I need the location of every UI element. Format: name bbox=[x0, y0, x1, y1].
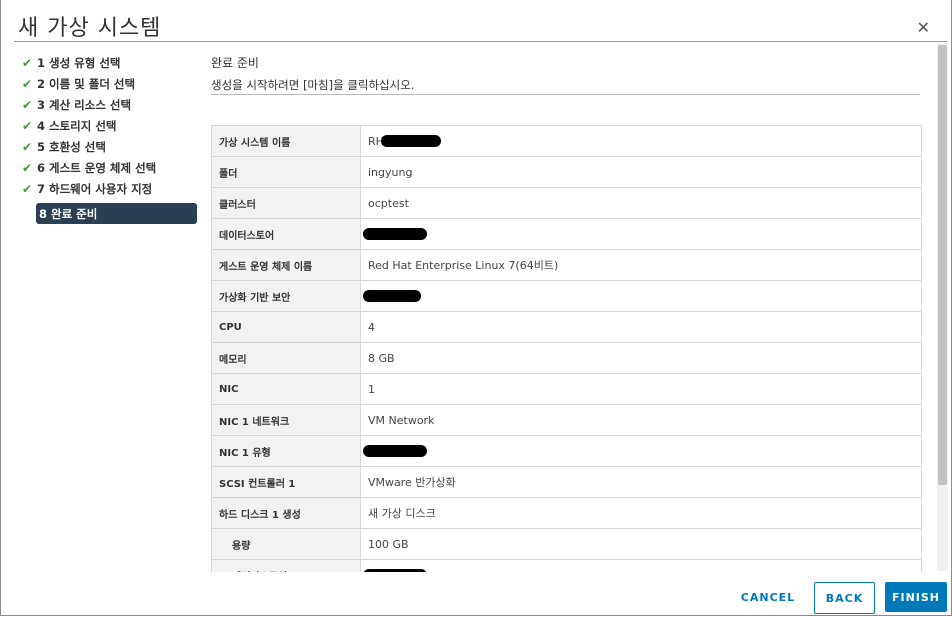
scrollbar[interactable] bbox=[937, 43, 948, 571]
step-7[interactable]: ✔ 7 하드웨어 사용자 지정 bbox=[22, 178, 197, 199]
row-key: CPU bbox=[212, 312, 361, 342]
step-label: 7 하드웨어 사용자 지정 bbox=[37, 181, 153, 196]
step-label: 4 스토리지 선택 bbox=[37, 118, 117, 133]
row-key: SCSI 컨트롤러 1 bbox=[212, 467, 361, 497]
row-value: 4 bbox=[368, 320, 375, 334]
table-row: NIC 1 네트워크 VM Network bbox=[212, 405, 921, 436]
row-key: 게스트 운영 체제 이름 bbox=[212, 250, 361, 280]
dialog-title: 새 가상 시스템 bbox=[18, 16, 162, 41]
table-row: 클러스터 ocptest bbox=[212, 188, 921, 219]
step-label: 6 게스트 운영 체제 선택 bbox=[37, 160, 157, 175]
close-icon[interactable]: ✕ bbox=[917, 18, 930, 37]
row-key: 가상 시스템 이름 bbox=[212, 126, 361, 156]
section-subtitle: 생성을 시작하려면 [마침]을 클릭하십시오. bbox=[211, 78, 415, 92]
step-2[interactable]: ✔ 2 이름 및 폴더 선택 bbox=[22, 73, 197, 94]
row-value bbox=[361, 436, 921, 466]
back-button[interactable]: BACK bbox=[814, 582, 875, 614]
check-icon: ✔ bbox=[22, 76, 33, 91]
row-key: 데이터스토어 bbox=[212, 219, 361, 249]
section-title: 완료 준비 bbox=[211, 56, 259, 70]
step-4[interactable]: ✔ 4 스토리지 선택 bbox=[22, 115, 197, 136]
step-1[interactable]: ✔ 1 생성 유형 선택 bbox=[22, 52, 197, 73]
row-value: 8 GB bbox=[368, 351, 395, 365]
row-key: 가상화 기반 보안 bbox=[212, 281, 361, 311]
check-icon: ✔ bbox=[22, 181, 33, 196]
step-3[interactable]: ✔ 3 계산 리소스 선택 bbox=[22, 94, 197, 115]
check-icon: ✔ bbox=[22, 118, 33, 133]
row-value: ingyung bbox=[368, 165, 413, 179]
row-value bbox=[361, 560, 921, 572]
redaction-mark bbox=[363, 290, 421, 302]
row-key: 데이터스토어 bbox=[212, 560, 361, 572]
table-row: 데이터스토어 bbox=[212, 560, 921, 572]
table-row: 메모리 8 GB bbox=[212, 343, 921, 374]
table-row: NIC 1 bbox=[212, 374, 921, 405]
summary-table: 가상 시스템 이름 RH 폴더 ingyung 클러스터 ocptest 데이터… bbox=[211, 125, 922, 572]
row-value: RH bbox=[361, 126, 921, 156]
check-icon: ✔ bbox=[22, 160, 33, 175]
scrollbar-thumb[interactable] bbox=[938, 45, 947, 485]
check-icon: ✔ bbox=[22, 55, 33, 70]
table-row: NIC 1 유형 bbox=[212, 436, 921, 467]
row-key: 폴더 bbox=[212, 157, 361, 187]
step-6[interactable]: ✔ 6 게스트 운영 체제 선택 bbox=[22, 157, 197, 178]
step-label: 5 호환성 선택 bbox=[37, 139, 106, 154]
cancel-button[interactable]: CANCEL bbox=[735, 582, 801, 612]
row-key: 하드 디스크 1 생성 bbox=[212, 498, 361, 528]
row-value: ocptest bbox=[368, 196, 409, 210]
table-row: 데이터스토어 bbox=[212, 219, 921, 250]
content-header: 완료 준비 생성을 시작하려면 [마침]을 클릭하십시오. bbox=[211, 54, 920, 93]
step-5[interactable]: ✔ 5 호환성 선택 bbox=[22, 136, 197, 157]
row-value: 새 가상 디스크 bbox=[368, 507, 436, 520]
redaction-mark bbox=[380, 135, 441, 147]
step-label: 8 완료 준비 bbox=[39, 206, 98, 221]
redaction-mark bbox=[363, 228, 427, 240]
table-row: 가상화 기반 보안 bbox=[212, 281, 921, 312]
row-key: NIC 1 네트워크 bbox=[212, 405, 361, 435]
row-value bbox=[361, 219, 921, 249]
redaction-mark bbox=[363, 569, 427, 572]
title-divider bbox=[14, 41, 947, 42]
row-key: 클러스터 bbox=[212, 188, 361, 218]
step-label: 3 계산 리소스 선택 bbox=[37, 97, 132, 112]
table-row: 가상 시스템 이름 RH bbox=[212, 126, 921, 157]
step-label: 1 생성 유형 선택 bbox=[37, 55, 121, 70]
row-key: NIC bbox=[212, 374, 361, 404]
row-key: 메모리 bbox=[212, 343, 361, 373]
row-value: 1 bbox=[368, 382, 375, 396]
row-value: Red Hat Enterprise Linux 7(64비트) bbox=[368, 259, 559, 272]
row-key: NIC 1 유형 bbox=[212, 436, 361, 466]
wizard-steps: ✔ 1 생성 유형 선택 ✔ 2 이름 및 폴더 선택 ✔ 3 계산 리소스 선택 ✔… bbox=[22, 52, 197, 224]
table-row: 게스트 운영 체제 이름 Red Hat Enterprise Linux 7(… bbox=[212, 250, 921, 281]
check-icon: ✔ bbox=[22, 139, 33, 154]
row-value: VMware 반가상화 bbox=[368, 476, 456, 489]
row-value: VM Network bbox=[368, 413, 435, 427]
section-divider bbox=[211, 94, 920, 95]
table-row: 하드 디스크 1 생성 새 가상 디스크 bbox=[212, 498, 921, 529]
step-8-active[interactable]: 8 완료 준비 bbox=[36, 203, 197, 224]
row-value: 100 GB bbox=[368, 537, 409, 551]
step-label: 2 이름 및 폴더 선택 bbox=[37, 76, 136, 91]
row-value bbox=[361, 281, 921, 311]
table-row: 용량 100 GB bbox=[212, 529, 921, 560]
row-key: 용량 bbox=[212, 529, 361, 559]
table-row: SCSI 컨트롤러 1 VMware 반가상화 bbox=[212, 467, 921, 498]
redaction-mark bbox=[363, 445, 427, 457]
table-row: 폴더 ingyung bbox=[212, 157, 921, 188]
table-row: CPU 4 bbox=[212, 312, 921, 343]
check-icon: ✔ bbox=[22, 97, 33, 112]
finish-button[interactable]: FINISH bbox=[885, 582, 947, 612]
